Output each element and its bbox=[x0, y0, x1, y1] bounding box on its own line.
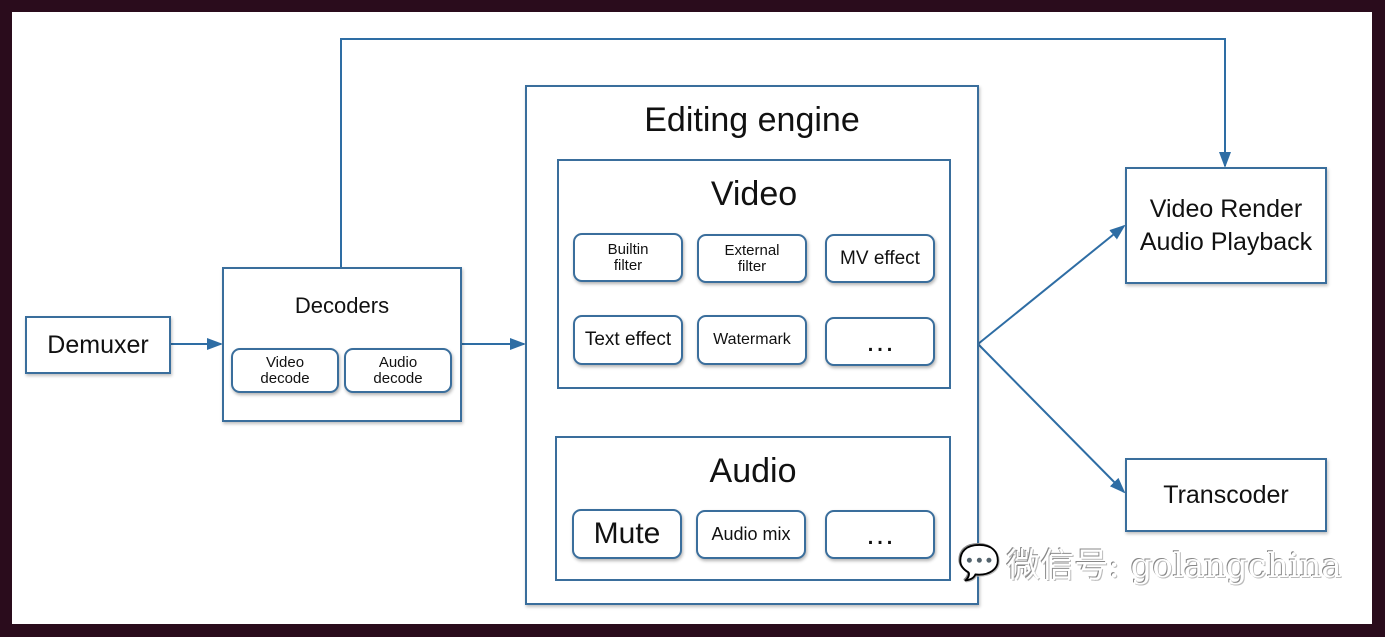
demuxer-box: Demuxer bbox=[25, 316, 171, 374]
builtin-filter-label: Builtin filter bbox=[607, 240, 649, 274]
builtin-filter: Builtin filter bbox=[573, 233, 683, 282]
video-decode-label: Video decode bbox=[260, 353, 310, 387]
video-more-label: … bbox=[865, 324, 895, 358]
video-decode: Video decode bbox=[231, 348, 339, 393]
transcoder-box: Transcoder bbox=[1125, 458, 1327, 532]
arrow-engine-render bbox=[977, 224, 1126, 345]
audio-mix-label: Audio mix bbox=[711, 524, 791, 545]
external-filter-label: External filter bbox=[724, 241, 780, 275]
decoders-box: Decoders bbox=[222, 267, 462, 422]
audio-more: … bbox=[825, 510, 935, 559]
watermark-overlay: 💬 微信号: golangchina bbox=[958, 538, 1342, 587]
audio-title: Audio bbox=[709, 452, 797, 490]
arrow-engine-transcoder bbox=[977, 343, 1126, 494]
wechat-icon: 💬 bbox=[958, 542, 1001, 583]
watermark-label: Watermark bbox=[713, 330, 791, 348]
text-effect-label: Text effect bbox=[584, 329, 672, 351]
audio-mix: Audio mix bbox=[696, 510, 806, 559]
decoders-title: Decoders bbox=[294, 293, 390, 318]
mute-label: Mute bbox=[593, 517, 661, 551]
mv-effect-label: MV effect bbox=[840, 247, 920, 269]
audio-decode: Audio decode bbox=[344, 348, 452, 393]
audio-decode-label: Audio decode bbox=[373, 353, 423, 387]
watermark-text: 微信号: golangchina bbox=[1006, 546, 1342, 586]
transcoder-label: Transcoder bbox=[1163, 480, 1289, 509]
text-effect: Text effect bbox=[573, 315, 683, 365]
video-more: … bbox=[825, 317, 935, 366]
editing-engine-title: Editing engine bbox=[644, 101, 860, 139]
video-title: Video bbox=[710, 175, 798, 213]
watermark: Watermark bbox=[697, 315, 807, 365]
mute: Mute bbox=[572, 509, 682, 559]
render-line1: Video Render bbox=[1149, 195, 1303, 223]
render-line2: Audio Playback bbox=[1139, 227, 1313, 256]
mv-effect: MV effect bbox=[825, 234, 935, 283]
audio-more-label: … bbox=[865, 517, 895, 551]
render-box: Video Render Audio Playback bbox=[1125, 167, 1327, 284]
demuxer-label: Demuxer bbox=[47, 330, 149, 359]
external-filter: External filter bbox=[697, 234, 807, 283]
